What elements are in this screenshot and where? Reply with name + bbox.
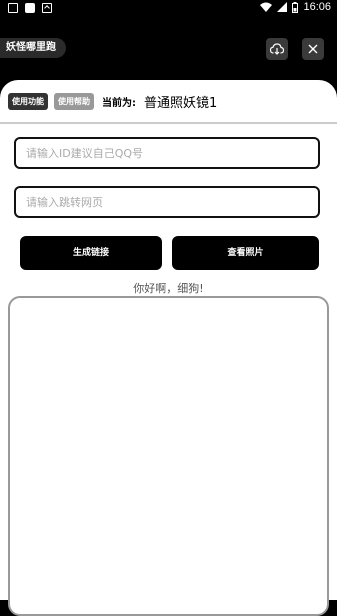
main-card: 使用功能 使用帮助 当前为: 普通照妖镜1 生成链接 查看照片 你好啊，细狗! — [0, 80, 337, 616]
app-header: 妖怪哪里跑 — [0, 18, 337, 80]
wifi-icon — [260, 2, 273, 12]
tab-use-function[interactable]: 使用功能 — [8, 93, 48, 110]
current-mode-label: 当前为: — [102, 98, 136, 109]
divider — [0, 122, 337, 124]
greeting-text: 你好啊，细狗! — [133, 282, 204, 295]
close-button[interactable] — [302, 38, 324, 60]
battery-icon — [292, 1, 299, 13]
tab-bar: 使用功能 使用帮助 当前为: 普通照妖镜1 — [8, 92, 217, 111]
view-photos-button[interactable]: 查看照片 — [172, 236, 319, 270]
tab-use-help[interactable]: 使用帮助 — [54, 93, 94, 110]
square-icon — [25, 3, 35, 13]
output-area[interactable] — [8, 296, 329, 616]
status-right: 16:06 — [260, 1, 331, 13]
a-icon — [42, 3, 52, 13]
notification-icons — [8, 3, 52, 13]
close-icon — [308, 44, 318, 54]
generate-link-button[interactable]: 生成链接 — [20, 236, 162, 270]
image-icon — [8, 3, 18, 13]
app-title: 妖怪哪里跑 — [0, 38, 66, 58]
cloud-download-button[interactable] — [266, 38, 288, 60]
id-input[interactable] — [14, 137, 320, 169]
cloud-download-icon — [270, 43, 284, 55]
url-input[interactable] — [14, 186, 320, 218]
current-mode-value: 普通照妖镜1 — [144, 96, 218, 111]
signal-icon — [277, 2, 288, 12]
clock: 16:06 — [303, 1, 331, 13]
status-bar: 16:06 — [0, 0, 337, 18]
